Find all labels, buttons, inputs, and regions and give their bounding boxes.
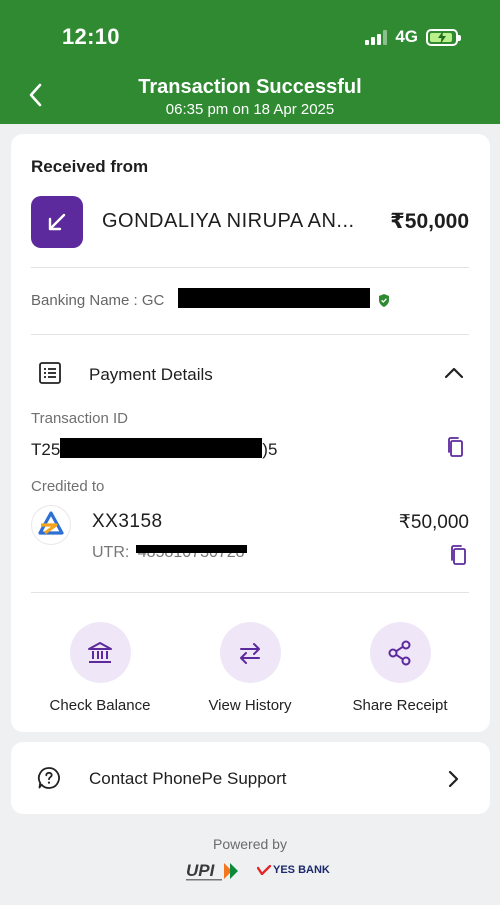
yes-bank-logo: YES BANK [257,864,330,876]
utr-line: UTR: 485810730728 [92,544,247,562]
copy-icon[interactable] [446,436,464,458]
contact-support-label: Contact PhonePe Support [89,769,287,788]
view-history-button[interactable]: View History [180,622,320,714]
transaction-id-suffix: )5 [262,440,278,459]
utr-label: UTR: [92,544,130,561]
network-type: 4G [395,27,418,46]
upi-logo: UPI [186,861,238,881]
transaction-id-label: Transaction ID [31,410,128,427]
utr-value-wrap: 485810730728 [135,544,247,562]
credited-amount: ₹50,000 [398,512,469,533]
transaction-timestamp: 06:35 pm on 18 Apr 2025 [165,101,335,118]
help-circle-icon [37,767,60,789]
bank-logo [31,505,71,545]
status-time: 12:10 [62,24,120,49]
page-title: Transaction Successful [138,76,362,98]
signal-icon [365,29,388,45]
yes-bank-name: YES BANK [273,864,330,876]
status-indicators: 4G [365,27,461,47]
copy-icon[interactable] [449,544,467,566]
svg-text:UPI: UPI [186,861,216,880]
redaction-bar [60,438,263,458]
divider [31,334,469,335]
redaction-bar [135,545,247,553]
view-history-label: View History [208,697,292,714]
transaction-card: Received from GONDALIYA NIRUPA AN... ₹50… [11,134,490,732]
swap-arrows-icon [219,622,281,683]
share-receipt-label: Share Receipt [352,697,448,714]
bank-icon [69,622,131,683]
divider [31,592,469,593]
divider [31,267,469,268]
redaction-bar [178,288,370,308]
payer-name: GONDALIYA NIRUPA AN... [102,210,355,232]
check-balance-label: Check Balance [49,697,151,714]
share-receipt-button[interactable]: Share Receipt [330,622,470,714]
credited-account: XX3158 [92,511,163,532]
share-icon [369,622,431,683]
received-from-heading: Received from [31,157,149,176]
verified-shield-icon [379,294,389,307]
payment-details-heading: Payment Details [89,365,213,384]
received-amount: ₹50,000 [390,210,469,233]
app-header: 12:10 4G Transaction Successful 06:35 pm… [0,0,500,124]
banking-name-label: Banking Name : GC [31,292,165,309]
transaction-id-value: T25 )5 [31,438,277,460]
credited-to-label: Credited to [31,478,105,495]
transaction-id-prefix: T25 [31,440,61,459]
list-document-icon [39,362,61,384]
check-balance-button[interactable]: Check Balance [30,622,170,714]
incoming-arrow-icon [31,196,83,248]
chevron-right-icon [448,770,459,788]
powered-by-label: Powered by [213,836,287,852]
contact-support-row[interactable]: Contact PhonePe Support [11,742,490,814]
chevron-up-icon[interactable] [444,366,464,380]
battery-icon [426,28,461,46]
